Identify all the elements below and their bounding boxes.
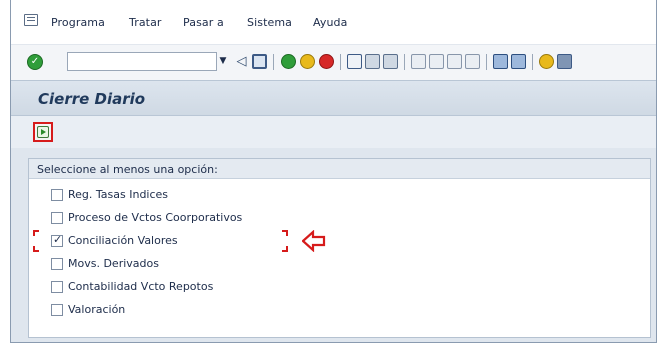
print-icon[interactable] bbox=[347, 54, 362, 69]
menu-icon[interactable] bbox=[24, 14, 38, 26]
menu-pasar-a[interactable]: Pasar a bbox=[183, 16, 224, 29]
menu-tratar[interactable]: Tratar bbox=[129, 16, 162, 29]
layout-menu-icon[interactable] bbox=[557, 54, 572, 69]
menu-programa[interactable]: Programa bbox=[51, 16, 105, 29]
toolbar-separator bbox=[273, 54, 274, 70]
enter-check-icon[interactable]: ✓ bbox=[27, 54, 43, 70]
cancel-red-icon[interactable] bbox=[319, 54, 334, 69]
option-label: Proceso de Vctos Coorporativos bbox=[68, 211, 243, 224]
first-page-icon[interactable] bbox=[411, 54, 426, 69]
previous-page-icon[interactable] bbox=[429, 54, 444, 69]
annotation-bracket-icon bbox=[282, 246, 288, 252]
checkbox[interactable] bbox=[51, 212, 63, 224]
option-label: Conciliación Valores bbox=[68, 234, 178, 247]
toolbar-separator bbox=[532, 54, 533, 70]
standard-toolbar: ✓ ▼ ◁ bbox=[11, 44, 656, 80]
option-label: Valoración bbox=[68, 303, 126, 316]
checkbox[interactable] bbox=[51, 233, 63, 247]
option-label: Reg. Tasas Indices bbox=[68, 188, 169, 201]
option-label: Contabilidad Vcto Repotos bbox=[68, 280, 214, 293]
option-label: Movs. Derivados bbox=[68, 257, 159, 270]
checkbox[interactable] bbox=[51, 189, 63, 201]
exit-yellow-icon[interactable] bbox=[300, 54, 315, 69]
options-group-header: Seleccione al menos una opción: bbox=[29, 159, 650, 179]
back-green-icon[interactable] bbox=[281, 54, 296, 69]
menu-bar: Programa Tratar Pasar a Sistema Ayuda bbox=[11, 0, 656, 44]
checkbox[interactable] bbox=[51, 304, 63, 316]
execute-button[interactable] bbox=[33, 122, 53, 142]
help-icon[interactable] bbox=[539, 54, 554, 69]
page-title: Cierre Diario bbox=[38, 90, 146, 108]
annotation-arrow-icon bbox=[302, 230, 326, 252]
execute-icon bbox=[37, 126, 49, 138]
new-session-icon[interactable] bbox=[493, 54, 508, 69]
toolbar-separator bbox=[340, 54, 341, 70]
shortcut-icon[interactable] bbox=[511, 54, 526, 69]
menu-ayuda[interactable]: Ayuda bbox=[313, 16, 347, 29]
annotation-bracket-icon bbox=[33, 246, 39, 252]
annotation-bracket-icon bbox=[282, 230, 288, 236]
last-page-icon[interactable] bbox=[465, 54, 480, 69]
next-page-icon[interactable] bbox=[447, 54, 462, 69]
checkbox[interactable] bbox=[51, 258, 63, 270]
annotation-bracket-icon bbox=[33, 230, 39, 236]
sap-window: Programa Tratar Pasar a Sistema Ayuda ✓ … bbox=[10, 0, 657, 343]
screen-title-bar: Cierre Diario bbox=[11, 80, 656, 116]
toolbar-separator bbox=[404, 54, 405, 70]
menu-sistema[interactable]: Sistema bbox=[247, 16, 292, 29]
find-next-icon[interactable] bbox=[383, 54, 398, 69]
application-toolbar bbox=[11, 116, 656, 148]
save-icon[interactable] bbox=[252, 54, 267, 69]
options-group: Seleccione al menos una opción: Reg. Tas… bbox=[28, 158, 651, 338]
options-group-title: Seleccione al menos una opción: bbox=[37, 163, 218, 176]
command-field[interactable] bbox=[67, 52, 217, 71]
checkbox[interactable] bbox=[51, 281, 63, 293]
back-arrow-icon[interactable]: ◁ bbox=[234, 54, 249, 69]
find-icon[interactable] bbox=[365, 54, 380, 69]
command-history-dropdown-icon[interactable]: ▼ bbox=[216, 52, 230, 71]
toolbar-separator bbox=[486, 54, 487, 70]
